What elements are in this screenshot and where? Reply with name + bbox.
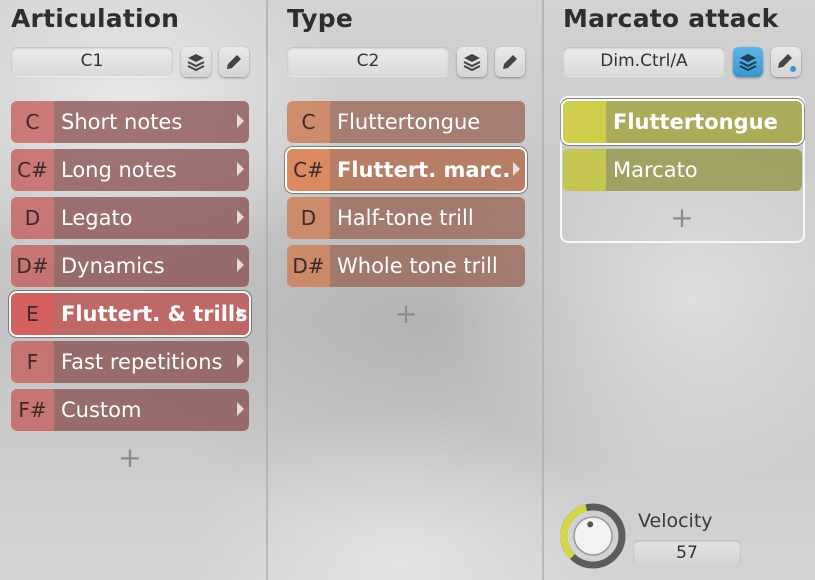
row-label: Fluttert. & trills [54,293,249,335]
type-row-fluttertongue[interactable]: C Fluttertongue [287,101,525,143]
row-label: Whole tone trill [330,245,525,287]
row-key: D [11,197,54,239]
row-key: D [287,197,330,239]
marcato-attack-title: Marcato attack [563,4,779,33]
row-label: Short notes [54,101,249,143]
row-label: Fast repetitions [54,341,249,383]
marcato-row-marcato[interactable]: Marcato [563,149,802,191]
velocity-knob[interactable] [560,503,626,569]
marcato-row-fluttertongue[interactable]: Fluttertongue [563,101,802,143]
chevron-right-icon [513,162,520,176]
chevron-right-icon [237,114,244,128]
marcato-add-button[interactable]: + [667,203,697,233]
articulation-edit-button[interactable] [219,47,249,77]
chevron-right-icon [237,210,244,224]
row-key: F [11,341,54,383]
chevron-right-icon [237,354,244,368]
pencil-icon [503,55,517,69]
row-key: E [11,293,54,335]
row-key: C [11,101,54,143]
row-key: D# [287,245,330,287]
chevron-right-icon [237,162,244,176]
articulation-title: Articulation [11,4,180,33]
row-label: Marcato [606,149,802,191]
articulation-layers-button[interactable] [181,47,211,77]
articulation-row-dynamics[interactable]: D# Dynamics [11,245,249,287]
row-key [563,101,606,143]
type-row-half-tone-trill[interactable]: D Half-tone trill [287,197,525,239]
row-key: F# [11,389,54,431]
pencil-icon [227,55,241,69]
articulation-row-long-notes[interactable]: C# Long notes [11,149,249,191]
row-label: Long notes [54,149,249,191]
knob-dial [560,503,626,569]
row-key: D# [11,245,54,287]
velocity-value-field[interactable]: 57 [633,540,741,567]
column-divider [542,0,544,580]
type-row-whole-tone-trill[interactable]: D# Whole tone trill [287,245,525,287]
articulation-row-custom[interactable]: F# Custom [11,389,249,431]
pencil-icon [778,54,796,72]
type-layers-button[interactable] [457,47,487,77]
type-title: Type [287,4,354,33]
row-label: Fluttertongue [606,101,802,143]
row-key: C [287,101,330,143]
column-divider [266,0,268,580]
row-key [563,149,606,191]
row-key: C# [11,149,54,191]
marcato-controller-field[interactable]: Dim.Ctrl/A [563,47,725,76]
articulation-column: Articulation [0,0,267,580]
type-add-button[interactable]: + [391,299,421,329]
chevron-right-icon [237,402,244,416]
row-label: Fluttertongue [330,101,525,143]
layers-icon [739,54,757,72]
row-key: C# [287,149,330,191]
row-label: Half-tone trill [330,197,525,239]
articulation-row-fast-repetitions[interactable]: F Fast repetitions [11,341,249,383]
articulation-keyswitch-field[interactable]: C1 [11,47,173,76]
articulation-row-short-notes[interactable]: C Short notes [11,101,249,143]
row-label: Fluttert. marc. [330,149,525,191]
type-edit-button[interactable] [495,47,525,77]
row-label: Legato [54,197,249,239]
velocity-label: Velocity [638,510,713,532]
marcato-edit-button[interactable] [771,47,801,77]
type-row-fluttert-marc[interactable]: C# Fluttert. marc. [287,149,525,191]
row-label: Dynamics [54,245,249,287]
row-label: Custom [54,389,249,431]
marcato-layers-button[interactable] [733,47,763,77]
articulation-row-legato[interactable]: D Legato [11,197,249,239]
articulation-add-button[interactable]: + [115,443,145,473]
chevron-right-icon [237,258,244,272]
type-keyswitch-field[interactable]: C2 [287,47,449,76]
chevron-right-icon [237,306,244,320]
layers-icon [463,54,481,72]
layers-icon [187,54,205,72]
articulation-row-fluttert-trills[interactable]: E Fluttert. & trills [11,293,249,335]
